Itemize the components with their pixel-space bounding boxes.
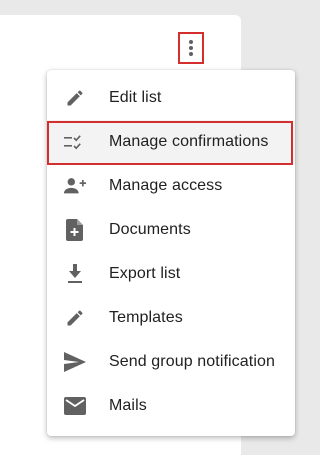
menu-item-send-group-notification[interactable]: Send group notification xyxy=(47,340,295,384)
send-icon xyxy=(63,350,87,374)
menu-item-templates[interactable]: Templates xyxy=(47,296,295,340)
menu-item-label: Mails xyxy=(109,397,147,414)
menu-item-label: Documents xyxy=(109,221,191,238)
menu-item-mails[interactable]: Mails xyxy=(47,384,295,428)
menu-item-label: Manage access xyxy=(109,177,223,194)
person-add-icon xyxy=(63,174,87,198)
download-icon xyxy=(63,262,87,286)
menu-item-documents[interactable]: Documents xyxy=(47,208,295,252)
pencil-icon xyxy=(63,306,87,330)
more-options-button[interactable] xyxy=(178,32,204,64)
checklist-icon xyxy=(63,130,87,154)
menu-item-export-list[interactable]: Export list xyxy=(47,252,295,296)
pencil-icon xyxy=(63,86,87,110)
menu-item-label: Export list xyxy=(109,265,181,282)
menu-item-edit-list[interactable]: Edit list xyxy=(47,76,295,120)
more-vert-icon xyxy=(188,39,194,57)
menu-item-label: Edit list xyxy=(109,89,162,106)
context-menu: Edit list Manage confirmations Manage ac… xyxy=(47,70,295,436)
menu-item-label: Manage confirmations xyxy=(109,133,269,150)
mail-icon xyxy=(63,394,87,418)
menu-item-manage-confirmations[interactable]: Manage confirmations xyxy=(47,120,295,165)
note-add-icon xyxy=(63,218,87,242)
menu-item-manage-access[interactable]: Manage access xyxy=(47,164,295,208)
menu-item-label: Send group notification xyxy=(109,353,275,370)
menu-item-label: Templates xyxy=(109,309,183,326)
